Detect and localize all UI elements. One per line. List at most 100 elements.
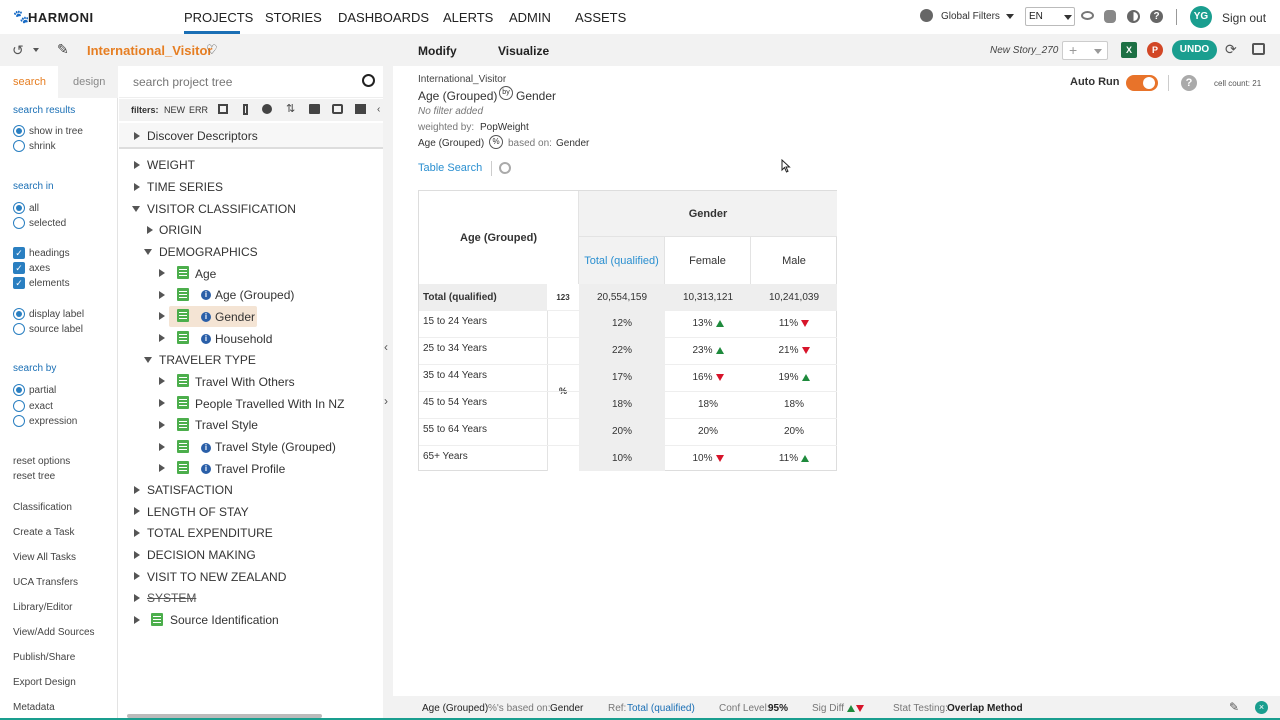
info-icon[interactable]: i: [201, 290, 211, 300]
tab-design[interactable]: design: [73, 76, 105, 88]
history-caret-icon[interactable]: [33, 48, 39, 52]
tree-weight[interactable]: WEIGHT: [147, 158, 195, 172]
col-header-female[interactable]: Female: [665, 237, 751, 284]
auto-run-toggle[interactable]: [1126, 75, 1158, 91]
expression-label[interactable]: expression: [29, 416, 77, 427]
chat-icon[interactable]: [332, 104, 343, 114]
link-create-task[interactable]: Create a Task: [13, 527, 75, 538]
row-label[interactable]: 35 to 44 Years: [423, 365, 487, 385]
refresh-icon[interactable]: ⟳: [1225, 41, 1237, 58]
expand-visit-nz-icon[interactable]: [134, 572, 140, 580]
expand-travel-style-icon[interactable]: [159, 421, 165, 429]
panel-splitter[interactable]: ‹ ›: [383, 34, 393, 720]
language-select[interactable]: EN: [1025, 7, 1075, 26]
expand-household-icon[interactable]: [159, 334, 165, 342]
info-icon[interactable]: i: [201, 334, 211, 344]
expression-radio[interactable]: [13, 415, 25, 427]
source-label-radio[interactable]: [13, 323, 25, 335]
row-label[interactable]: 15 to 24 Years: [423, 311, 487, 331]
display-label-label[interactable]: display label: [29, 309, 84, 320]
link-library-editor[interactable]: Library/Editor: [13, 602, 72, 613]
link-uca-transfers[interactable]: UCA Transfers: [13, 577, 78, 588]
global-filters-caret-icon[interactable]: [1006, 14, 1014, 19]
tree-travel-profile[interactable]: Travel Profile: [215, 462, 285, 476]
tree-demographics[interactable]: DEMOGRAPHICS: [159, 245, 258, 259]
tree-visit-nz[interactable]: VISIT TO NEW ZEALAND: [147, 570, 286, 584]
headings-checkbox[interactable]: ✓: [13, 247, 25, 259]
elements-checkbox[interactable]: ✓: [13, 277, 25, 289]
expand-source-identification-icon[interactable]: [134, 616, 140, 624]
help-circle-icon[interactable]: ?: [1181, 75, 1197, 91]
status-stat-value[interactable]: Overlap Method: [947, 703, 1023, 714]
tree-source-identification[interactable]: Source Identification: [170, 613, 279, 627]
weight-var[interactable]: PopWeight: [480, 122, 529, 133]
contrast-icon[interactable]: [1127, 10, 1140, 23]
tree-origin[interactable]: ORIGIN: [159, 223, 202, 237]
brand-name[interactable]: HARMONI: [28, 10, 94, 25]
nav-stories[interactable]: STORIES: [265, 10, 322, 25]
globe-icon[interactable]: [920, 9, 933, 22]
show-in-tree-label[interactable]: show in tree: [29, 126, 83, 137]
tree-visitor-classification[interactable]: VISITOR CLASSIFICATION: [147, 202, 296, 216]
filter-new[interactable]: NEW: [164, 105, 185, 115]
row-label[interactable]: 55 to 64 Years: [423, 419, 487, 439]
reset-options-link[interactable]: reset options: [13, 456, 70, 467]
collapse-visitor-classification-icon[interactable]: [132, 206, 140, 212]
tree-household[interactable]: Household: [215, 332, 272, 346]
all-label[interactable]: all: [29, 203, 39, 214]
signout-link[interactable]: Sign out: [1222, 11, 1266, 25]
collapse-demographics-icon[interactable]: [144, 249, 152, 255]
tree-age[interactable]: Age: [195, 267, 216, 281]
info-icon[interactable]: i: [201, 464, 211, 474]
shrink-label[interactable]: shrink: [29, 141, 56, 152]
expand-travel-style-grouped-icon[interactable]: [159, 443, 165, 451]
table-search-icon[interactable]: [499, 162, 511, 174]
folder-icon[interactable]: [309, 104, 320, 114]
expand-length-of-stay-icon[interactable]: [134, 507, 140, 515]
partial-label[interactable]: partial: [29, 385, 56, 396]
row-header-label[interactable]: Age (Grouped): [460, 232, 537, 244]
sort-icon[interactable]: ⇅: [286, 102, 295, 115]
brain-icon[interactable]: [1104, 10, 1116, 23]
col-header-total[interactable]: Total (qualified): [579, 237, 665, 284]
exact-radio[interactable]: [13, 400, 25, 412]
undo-button[interactable]: UNDO: [1172, 40, 1217, 60]
axes-checkbox[interactable]: ✓: [13, 262, 25, 274]
col-group-label[interactable]: Gender: [689, 208, 728, 220]
headings-label[interactable]: headings: [29, 248, 70, 259]
tab-search[interactable]: search: [13, 76, 46, 88]
selected-radio[interactable]: [13, 217, 25, 229]
excel-icon[interactable]: X: [1121, 42, 1137, 58]
tab-modify[interactable]: Modify: [418, 44, 457, 58]
expand-system-icon[interactable]: [134, 594, 140, 602]
global-filters-label[interactable]: Global Filters: [941, 11, 1000, 22]
source-label-label[interactable]: source label: [29, 324, 83, 335]
link-classification[interactable]: Classification: [13, 502, 72, 513]
exact-label[interactable]: exact: [29, 401, 53, 412]
partial-radio[interactable]: [13, 384, 25, 396]
info-icon[interactable]: i: [201, 443, 211, 453]
expand-total-expenditure-icon[interactable]: [134, 529, 140, 537]
tree-travel-with-others[interactable]: Travel With Others: [195, 375, 295, 389]
expand-travel-with-others-icon[interactable]: [159, 377, 165, 385]
reset-tree-link[interactable]: reset tree: [13, 471, 55, 482]
nav-projects[interactable]: PROJECTS: [184, 10, 253, 25]
display-label-radio[interactable]: [13, 308, 25, 320]
tree-system[interactable]: SYSTEM: [147, 591, 196, 605]
search-icon[interactable]: [362, 74, 375, 87]
status-close-icon[interactable]: ×: [1255, 701, 1268, 714]
expand-people-travelled-icon[interactable]: [159, 399, 165, 407]
tree-tools-icon[interactable]: [355, 104, 366, 114]
heart-icon[interactable]: ♡: [206, 42, 218, 58]
expand-age-icon[interactable]: [159, 269, 165, 277]
shrink-radio[interactable]: [13, 140, 25, 152]
tree-discover-descriptors[interactable]: Discover Descriptors: [147, 129, 258, 143]
expand-panel-icon[interactable]: ›: [384, 394, 388, 408]
expand-gender-icon[interactable]: [159, 312, 165, 320]
elements-label[interactable]: elements: [29, 278, 70, 289]
collapse-traveler-type-icon[interactable]: [144, 357, 152, 363]
report-col-var[interactable]: Gender: [516, 89, 556, 103]
add-story-button[interactable]: +: [1062, 41, 1108, 60]
eye-icon[interactable]: [1081, 11, 1094, 20]
story-name[interactable]: New Story_270: [990, 45, 1058, 56]
